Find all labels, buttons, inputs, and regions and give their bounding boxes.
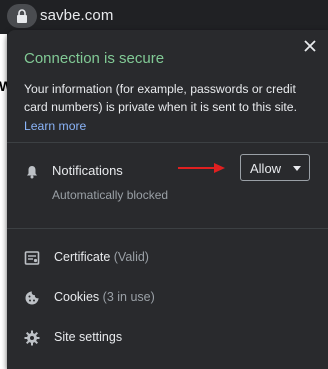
omnibox: savbe.com [0, 0, 328, 34]
url-text[interactable]: savbe.com [40, 7, 113, 24]
close-icon[interactable] [302, 38, 318, 54]
site-info-popup: Connection is secure Your information (f… [7, 30, 328, 369]
divider [7, 142, 328, 143]
divider [7, 228, 328, 229]
connection-secure-title: Connection is secure [24, 50, 165, 67]
certificate-label: Certificate (Valid) [54, 250, 149, 264]
site-settings-label: Site settings [54, 330, 123, 344]
certificate-row[interactable]: Certificate (Valid) [7, 238, 328, 278]
notifications-status: Automatically blocked [52, 188, 169, 202]
chevron-down-icon [293, 166, 301, 171]
site-settings-row[interactable]: Site settings [7, 318, 328, 358]
bell-icon [27, 166, 37, 179]
learn-more-link[interactable]: Learn more [24, 119, 86, 133]
notifications-permission-row: Notifications Automatically blocked Allo… [7, 154, 328, 210]
cookies-row[interactable]: Cookies (3 in use) [7, 278, 328, 318]
cookies-label: Cookies (3 in use) [54, 290, 155, 304]
red-arrow-annotation [178, 163, 225, 173]
select-value: Allow [250, 161, 282, 176]
notifications-label: Notifications [52, 163, 123, 178]
lock-icon [17, 9, 27, 23]
site-info-button[interactable] [7, 4, 37, 28]
connection-description: Your information (for example, passwords… [24, 82, 297, 114]
page-background: W [0, 34, 12, 369]
notifications-permission-select[interactable]: Allow [240, 154, 310, 181]
gear-icon [24, 330, 40, 346]
certificate-icon [24, 251, 40, 265]
cookie-icon [25, 291, 39, 305]
